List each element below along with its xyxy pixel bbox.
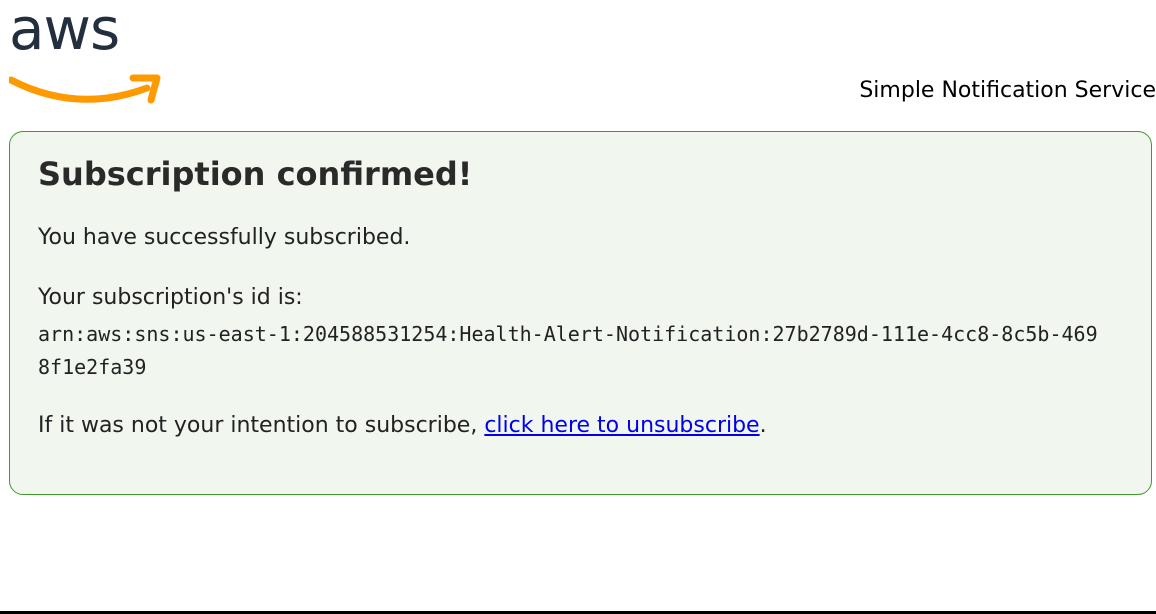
unsubscribe-link[interactable]: click here to unsubscribe [484,413,759,438]
confirmation-panel: Subscription confirmed! You have success… [9,131,1152,495]
page-title: Subscription confirmed! [38,155,473,193]
aws-logo-icon: aws [9,0,161,106]
page: aws Simple Notification Service Subscrip… [0,0,1156,614]
success-message: You have successfully subscribed. [38,225,411,250]
unsubscribe-suffix: . [759,413,767,438]
logo-smile-icon [9,74,161,104]
subscription-arn: arn:aws:sns:us-east-1:204588531254:Healt… [38,322,1098,379]
subscription-id-label: Your subscription's id is: [38,285,303,310]
logo-text: aws [9,0,120,63]
unsubscribe-message: If it was not your intention to subscrib… [38,413,767,438]
unsubscribe-prefix: If it was not your intention to subscrib… [38,413,485,438]
service-name: Simple Notification Service [859,78,1156,103]
